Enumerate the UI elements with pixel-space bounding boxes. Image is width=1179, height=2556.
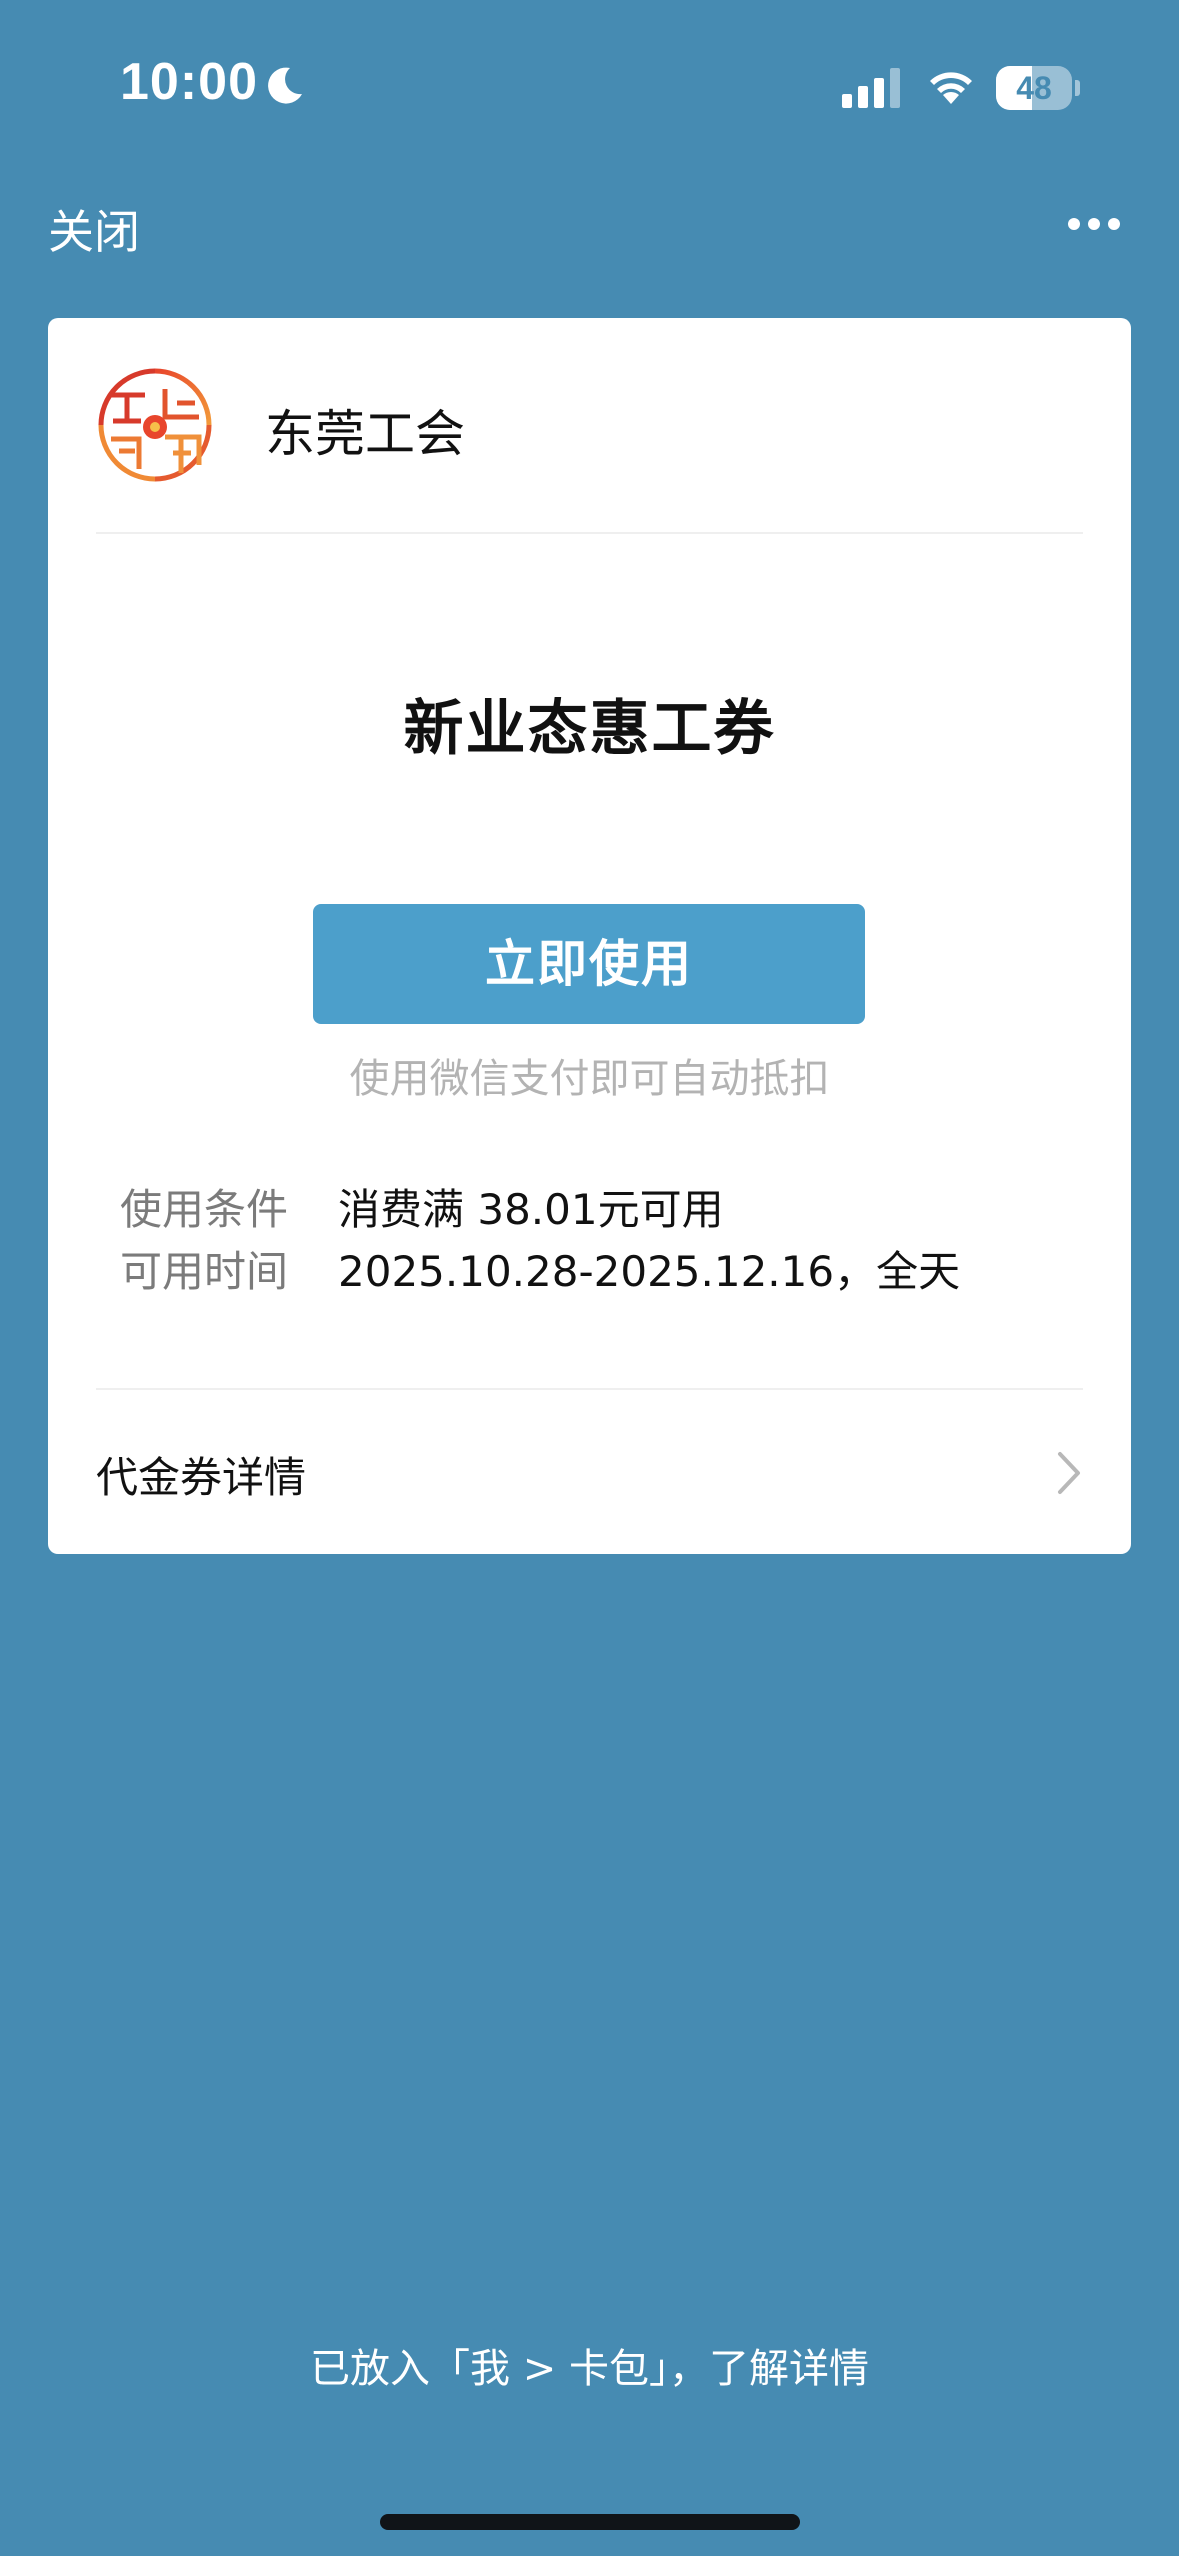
- merchant-name: 东莞工会: [265, 405, 465, 463]
- validity-value: 2025.10.28-2025.12.16，全天: [338, 1247, 961, 1296]
- battery-body: 48: [996, 66, 1072, 110]
- chevron-right-icon[interactable]: [1054, 1448, 1084, 1498]
- coupon-details-link[interactable]: 代金券详情: [96, 1444, 306, 1505]
- divider: [96, 532, 1083, 534]
- battery-level: 48: [1016, 70, 1052, 106]
- condition-label: 使用条件: [120, 1185, 289, 1234]
- status-bar: 10:00 48: [0, 0, 1179, 170]
- home-indicator[interactable]: [380, 2514, 800, 2530]
- use-now-button[interactable]: 立即使用: [313, 904, 865, 1024]
- condition-row: 使用条件 消费满 38.01元可用: [120, 1176, 724, 1237]
- battery-tip: [1075, 80, 1080, 96]
- moon-icon: [268, 67, 302, 104]
- divider: [96, 1388, 1083, 1390]
- condition-value: 消费满 38.01元可用: [338, 1185, 724, 1234]
- battery-icon: 48: [996, 66, 1080, 110]
- validity-row: 可用时间 2025.10.28-2025.12.16，全天: [120, 1238, 960, 1299]
- status-time: 10:00: [120, 53, 258, 111]
- signal-icon: [842, 68, 900, 108]
- coupon-title: 新业态惠工券: [403, 694, 776, 764]
- more-dots-icon[interactable]: [1066, 214, 1122, 234]
- wifi-icon: [930, 72, 972, 104]
- close-button[interactable]: 关闭: [48, 196, 140, 262]
- coupon-card: 东莞工会 新业态惠工券 立即使用 使用微信支付即可自动抵扣 使用条件 消费满 38…: [48, 318, 1131, 1554]
- union-logo-icon: [97, 367, 213, 483]
- card-package-link[interactable]: 已放入「我 > 卡包」，了解详情: [0, 2336, 1179, 2394]
- pay-hint: 使用微信支付即可自动抵扣: [349, 1056, 830, 1102]
- validity-label: 可用时间: [120, 1247, 289, 1296]
